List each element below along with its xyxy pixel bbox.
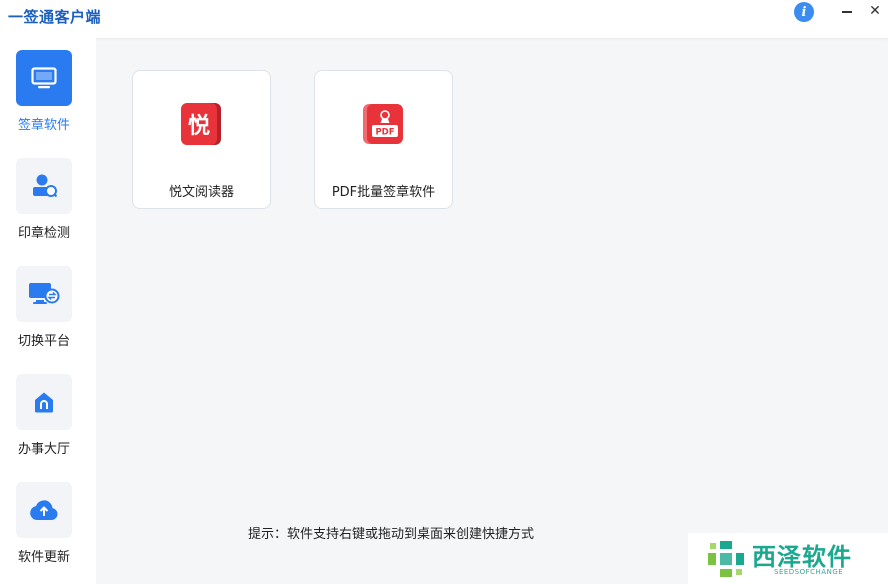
- pdf-stamp-icon: PDF: [361, 101, 407, 147]
- yuewen-icon-glyph: 悦: [188, 113, 210, 139]
- watermark-subtext: SEEDSOFCHANGE: [774, 568, 844, 576]
- info-button[interactable]: i: [794, 2, 814, 22]
- sidebar-item-seal-check[interactable]: 印章检测: [0, 158, 96, 258]
- app-title: 一签通客户端: [8, 8, 102, 26]
- sidebar-item-label: 软件更新: [17, 550, 70, 565]
- sidebar-item-software-update[interactable]: 软件更新: [0, 482, 96, 582]
- app-card-label: PDF批量签章软件: [331, 185, 436, 200]
- sidebar-item-label: 办事大厅: [17, 442, 70, 457]
- app-card-label: 悦文阅读器: [168, 185, 234, 200]
- minimize-button[interactable]: [838, 4, 856, 20]
- sidebar-item-label: 印章检测: [17, 226, 70, 241]
- main-content: 悦 悦文阅读器 PDF PDF批量签章软件: [96, 38, 888, 584]
- info-icon: i: [801, 4, 807, 20]
- minimize-icon: [842, 11, 852, 13]
- yuewen-reader-icon: 悦: [179, 101, 225, 147]
- watermark-text: 西泽软件: [752, 543, 852, 571]
- sidebar-item-signature-software[interactable]: 签章软件: [0, 50, 96, 150]
- monitor-icon[interactable]: [16, 50, 72, 106]
- title-bar: 一签通客户端 i ✕: [0, 0, 888, 38]
- shortcut-hint: 提示：软件支持右键或拖动到桌面来创建快捷方式: [248, 527, 535, 542]
- sidebar: 签章软件 印章检测 切换平台 办事大厅 软件更新: [0, 38, 96, 584]
- pdf-icon-glyph: PDF: [375, 128, 394, 138]
- app-card-pdf-batch-stamp[interactable]: PDF PDF批量签章软件: [314, 70, 453, 209]
- close-button[interactable]: ✕: [866, 2, 884, 20]
- sidebar-item-switch-platform[interactable]: 切换平台: [0, 266, 96, 366]
- sidebar-item-label: 切换平台: [17, 334, 70, 349]
- platform-switch-icon[interactable]: [16, 266, 72, 322]
- sidebar-item-label: 签章软件: [17, 118, 70, 133]
- cloud-upload-icon[interactable]: [16, 482, 72, 538]
- watermark-logo-icon: [706, 539, 746, 579]
- app-card-yuewen-reader[interactable]: 悦 悦文阅读器: [132, 70, 271, 209]
- sidebar-item-service-hall[interactable]: 办事大厅: [0, 374, 96, 474]
- home-icon[interactable]: [16, 374, 72, 430]
- stamp-search-icon[interactable]: [16, 158, 72, 214]
- watermark: 西泽软件 SEEDSOFCHANGE: [688, 533, 888, 584]
